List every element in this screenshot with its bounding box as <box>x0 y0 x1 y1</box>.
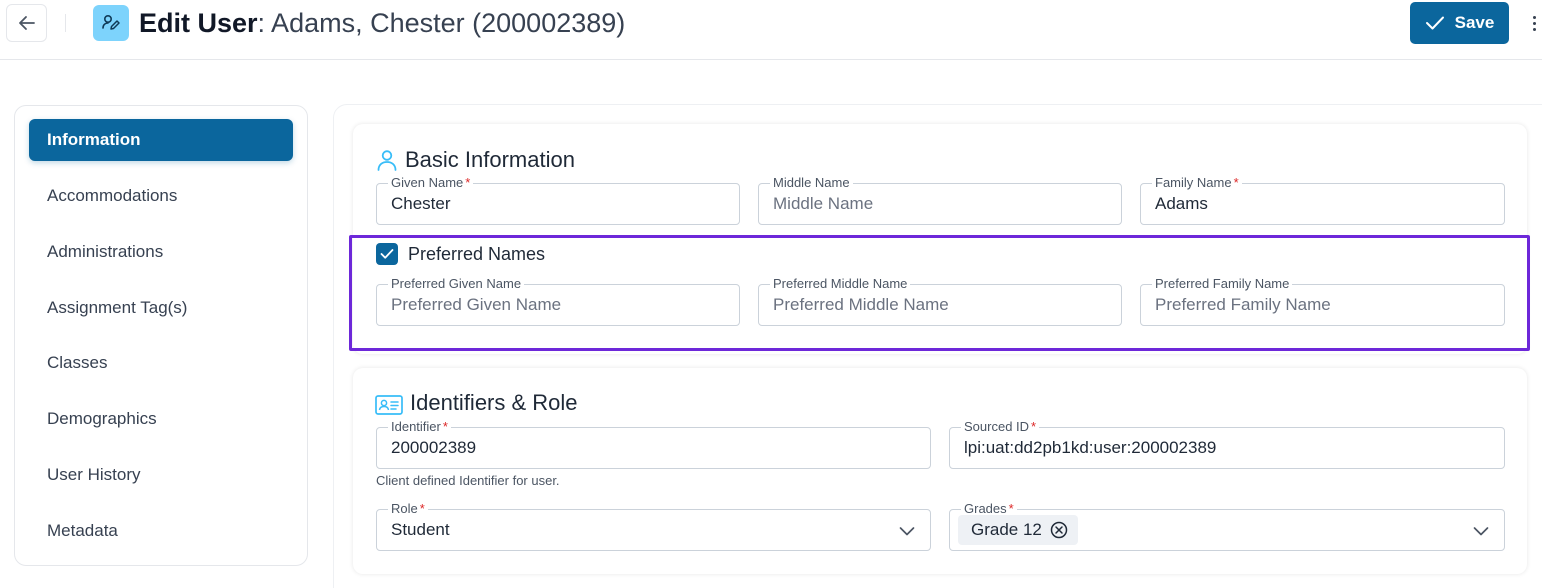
preferred-family-name-field[interactable]: Preferred Family Name Preferred Family N… <box>1140 276 1505 326</box>
sidebar-item-label: User History <box>47 465 141 484</box>
sidebar-item-classes[interactable]: Classes <box>29 342 293 384</box>
sourced-id-value: lpi:uat:dd2pb1kd:user:200002389 <box>964 438 1217 457</box>
kebab-menu-icon <box>1532 15 1536 19</box>
header-divider <box>65 14 66 32</box>
sidebar-item-information[interactable]: Information <box>29 119 293 161</box>
user-edit-icon <box>93 5 129 41</box>
remove-chip-icon[interactable] <box>1050 521 1068 539</box>
role-select[interactable]: Role * Student <box>376 501 931 551</box>
sidebar-item-label: Demographics <box>47 409 157 428</box>
page-title: Edit User: Adams, Chester (200002389) <box>139 6 625 40</box>
sidebar-nav: Information Accommodations Administratio… <box>14 105 308 566</box>
grade-chip-label: Grade 12 <box>971 520 1042 539</box>
preferred-names-label: Preferred Names <box>408 244 546 264</box>
save-button-label: Save <box>1454 13 1495 32</box>
identifier-value: 200002389 <box>391 438 477 457</box>
chevron-down-icon <box>1473 527 1489 536</box>
preferred-given-name-field[interactable]: Preferred Given Name Preferred Given Nam… <box>376 276 740 326</box>
preferred-family-name-placeholder: Preferred Family Name <box>1155 295 1331 314</box>
sidebar-item-assignment-tags[interactable]: Assignment Tag(s) <box>29 287 293 329</box>
user-outline-icon <box>377 150 397 171</box>
given-name-value: Chester <box>391 194 451 213</box>
preferred-names-checkbox[interactable] <box>376 243 398 265</box>
page-title-prefix: Edit User <box>139 8 258 38</box>
grade-chip: Grade 12 <box>958 515 1078 545</box>
check-icon <box>1425 16 1444 30</box>
sidebar-item-accommodations[interactable]: Accommodations <box>29 175 293 217</box>
page-title-user: : Adams, Chester (200002389) <box>257 8 626 38</box>
required-marker: * <box>1233 175 1239 190</box>
arrow-left-icon <box>18 16 35 30</box>
sidebar-item-label: Classes <box>47 353 108 372</box>
more-options-button[interactable] <box>1526 10 1542 36</box>
sidebar-item-label: Administrations <box>47 242 164 261</box>
given-name-field[interactable]: Given Name * Chester <box>376 175 740 225</box>
preferred-middle-name-field[interactable]: Preferred Middle Name Preferred Middle N… <box>758 276 1122 326</box>
page-header: Edit User: Adams, Chester (200002389) Sa… <box>0 0 1542 60</box>
required-marker: * <box>1008 501 1014 516</box>
sidebar-item-demographics[interactable]: Demographics <box>29 398 293 440</box>
sidebar-item-label: Assignment Tag(s) <box>47 298 188 317</box>
sidebar-item-metadata[interactable]: Metadata <box>29 510 293 552</box>
check-icon <box>380 249 394 259</box>
middle-name-placeholder: Middle Name <box>773 194 874 213</box>
family-name-value: Adams <box>1155 194 1208 213</box>
identifier-helper-text: Client defined Identifier for user. <box>376 473 560 488</box>
required-marker: * <box>465 175 471 190</box>
id-card-icon <box>375 395 403 415</box>
sourced-id-field[interactable]: Sourced ID * lpi:uat:dd2pb1kd:user:200002… <box>949 419 1505 469</box>
save-button[interactable]: Save <box>1410 2 1509 44</box>
identifiers-role-title: Identifiers & Role <box>410 390 578 415</box>
chevron-down-icon <box>899 527 915 536</box>
identifier-field[interactable]: Identifier * 200002389 <box>376 419 931 469</box>
sidebar-item-label: Information <box>47 130 141 149</box>
sidebar-item-administrations[interactable]: Administrations <box>29 231 293 273</box>
sidebar-item-user-history[interactable]: User History <box>29 454 293 496</box>
sidebar-item-label: Metadata <box>47 521 118 540</box>
middle-name-field[interactable]: Middle Name Middle Name <box>758 175 1122 225</box>
grades-select[interactable]: Grades * Grade 12 <box>949 501 1505 551</box>
preferred-given-name-placeholder: Preferred Given Name <box>391 295 562 314</box>
role-value: Student <box>391 520 450 539</box>
sidebar-item-label: Accommodations <box>47 186 178 205</box>
back-button[interactable] <box>6 4 47 42</box>
preferred-middle-name-placeholder: Preferred Middle Name <box>773 295 949 314</box>
basic-information-title: Basic Information <box>405 147 575 172</box>
family-name-field[interactable]: Family Name * Adams <box>1140 175 1505 225</box>
